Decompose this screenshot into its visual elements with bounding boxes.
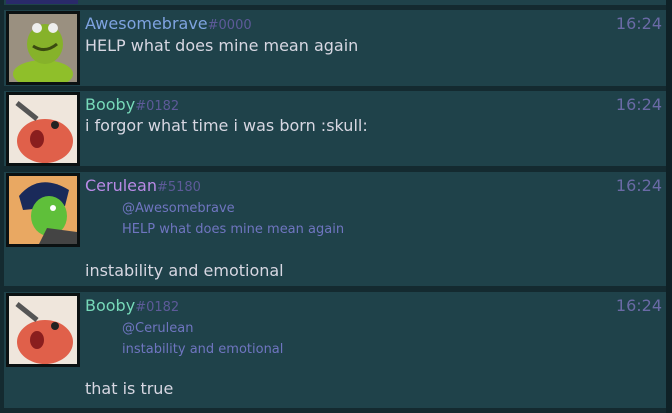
message-text: instability and emotional (85, 261, 284, 280)
avatar[interactable] (6, 293, 80, 367)
reply-text: HELP what does mine mean again (122, 222, 345, 237)
message-text: that is true (85, 379, 174, 398)
reply-author[interactable]: @Cerulean (122, 318, 283, 339)
message: Cerulean#5180 16:24 @Awesomebrave HELP w… (4, 172, 666, 286)
message: Booby#0182 16:24 i forgor what time i wa… (4, 91, 666, 166)
discriminator: #0000 (207, 18, 252, 33)
message: Booby#0182 16:24 @Cerulean instability a… (4, 292, 666, 408)
reply-quote[interactable]: @Awesomebrave HELP what does mine mean a… (122, 198, 344, 240)
avatar (6, 0, 78, 4)
timestamp: 16:24 (615, 14, 662, 33)
reply-quote[interactable]: @Cerulean instability and emotional (122, 318, 283, 360)
reply-author[interactable]: @Awesomebrave (122, 198, 344, 219)
timestamp: 16:24 (615, 95, 662, 114)
message-text: i forgor what time i was born :skull: (85, 116, 368, 135)
author-name[interactable]: Awesomebrave (85, 14, 208, 33)
author-name[interactable]: Cerulean (85, 176, 157, 195)
green-cartoon-avatar-icon (9, 176, 77, 244)
discriminator: #0182 (135, 99, 180, 114)
message: Awesomebrave#0000 16:24 HELP what does m… (4, 10, 666, 86)
discriminator: #0182 (135, 300, 180, 315)
avatar[interactable] (6, 11, 80, 85)
avatar[interactable] (6, 173, 80, 247)
timestamp: 16:24 (615, 176, 662, 195)
author-name[interactable]: Booby (85, 296, 135, 315)
author-name[interactable]: Booby (85, 95, 135, 114)
avatar[interactable] (6, 92, 80, 166)
reply-text: instability and emotional (122, 342, 284, 357)
previous-message-partial (4, 0, 666, 5)
red-dog-avatar-icon (9, 95, 77, 163)
discriminator: #5180 (156, 180, 201, 195)
timestamp: 16:24 (615, 296, 662, 315)
message-text: HELP what does mine mean again (85, 36, 359, 55)
red-dog-avatar-icon (9, 296, 77, 364)
frog-avatar-icon (9, 14, 77, 82)
scroll-edge (666, 0, 672, 413)
